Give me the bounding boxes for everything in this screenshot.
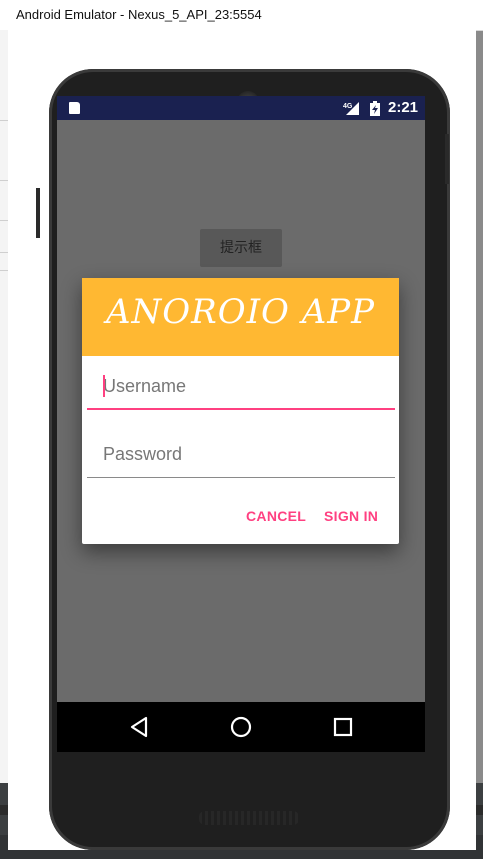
password-input[interactable] xyxy=(87,432,395,476)
status-clock: 2:21 xyxy=(388,99,419,116)
username-field[interactable] xyxy=(87,364,395,410)
password-underline xyxy=(87,477,395,478)
device-screen: 4G 2:21 提示框 ANOROIO APP CANCEL SIGN IN xyxy=(57,96,425,752)
bottom-grille xyxy=(199,811,299,825)
volume-button[interactable] xyxy=(36,188,40,238)
window-title: Android Emulator - Nexus_5_API_23:5554 xyxy=(16,7,262,22)
back-triangle-icon[interactable] xyxy=(127,714,153,740)
username-input[interactable] xyxy=(87,364,395,408)
emulator-titlebar: Android Emulator - Nexus_5_API_23:5554 xyxy=(0,0,483,31)
sign-in-button[interactable]: SIGN IN xyxy=(324,508,378,524)
username-underline xyxy=(87,408,395,410)
login-dialog: ANOROIO APP CANCEL SIGN IN xyxy=(82,278,399,544)
svg-text:4G: 4G xyxy=(343,103,353,110)
android-statusbar: 4G 2:21 xyxy=(57,96,425,120)
show-dialog-button[interactable]: 提示框 xyxy=(200,229,282,267)
text-cursor xyxy=(103,375,105,397)
battery-charging-icon xyxy=(370,101,380,116)
power-button[interactable] xyxy=(445,134,449,184)
cancel-button[interactable]: CANCEL xyxy=(246,508,306,524)
app-brand-logo: ANOROIO APP xyxy=(105,292,376,332)
host-ide-edge xyxy=(0,30,8,830)
dialog-header-banner: ANOROIO APP xyxy=(82,278,399,356)
recents-square-icon[interactable] xyxy=(330,714,356,740)
android-navbar xyxy=(57,702,425,752)
password-field[interactable] xyxy=(87,432,395,478)
sd-card-icon xyxy=(69,102,80,114)
home-circle-icon[interactable] xyxy=(228,714,254,740)
cell-signal-icon: 4G xyxy=(343,102,359,115)
